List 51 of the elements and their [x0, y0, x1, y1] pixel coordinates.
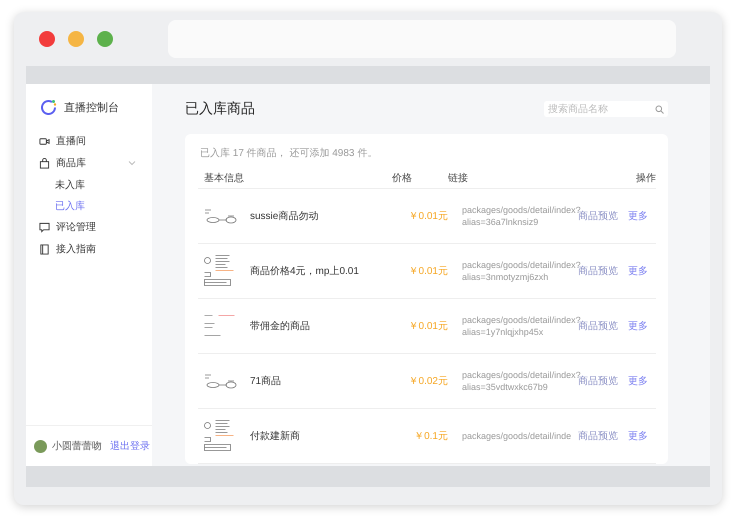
maximize-button[interactable] [97, 31, 113, 47]
sidebar-subitem[interactable]: 已入库 [26, 195, 152, 216]
column-header: 操作 [582, 168, 656, 189]
sidebar-item[interactable]: 评论管理 [26, 216, 152, 238]
sidebar-item[interactable]: 商品库 [26, 152, 152, 174]
action-link[interactable]: 更多 [628, 209, 648, 223]
action-link[interactable]: 更多 [628, 374, 648, 388]
column-header: 基本信息 [198, 168, 392, 189]
app-title: 直播控制台 [64, 100, 119, 114]
product-name: sussie商品勿动 [250, 210, 318, 223]
product-thumbnail [204, 374, 237, 388]
product-price: ￥0.02元 [408, 375, 448, 388]
product-name: 付款建新商 [250, 430, 300, 443]
sidebar-item[interactable]: 接入指南 [26, 238, 152, 260]
logout-link[interactable]: 退出登录 [110, 439, 150, 453]
video-camera-icon [39, 136, 50, 146]
column-header: 链接 [448, 168, 582, 189]
book-icon [39, 244, 50, 254]
product-thumbnail [204, 420, 235, 452]
product-price: ￥0.01元 [408, 265, 448, 278]
logo-icon [40, 98, 57, 116]
avatar [34, 440, 47, 452]
product-name: 商品价格4元，mp上0.01 [250, 264, 359, 278]
close-button[interactable] [39, 31, 55, 47]
comment-icon [39, 222, 50, 232]
product-thumbnail [204, 255, 235, 287]
product-thumbnail [204, 315, 235, 337]
sidebar-item[interactable]: 直播间 [26, 130, 152, 152]
product-name: 71商品 [250, 374, 282, 388]
user-name: 小圆蕾蕾吻 [52, 440, 102, 453]
action-link[interactable]: 商品预览 [578, 319, 618, 333]
action-link[interactable]: 商品预览 [578, 374, 618, 388]
search-field[interactable]: 搜索商品名称 [544, 101, 668, 117]
column-header: 价格 [392, 168, 448, 189]
shopping-bag-icon [39, 158, 50, 168]
page-title: 已入库商品 [185, 100, 255, 118]
action-link[interactable]: 商品预览 [578, 264, 618, 278]
product-thumbnail [204, 208, 237, 224]
minimize-button[interactable] [68, 31, 84, 47]
action-link[interactable]: 更多 [628, 429, 648, 443]
product-price: ￥0.1元 [414, 430, 448, 443]
action-link[interactable]: 更多 [628, 319, 648, 333]
search-icon [655, 104, 664, 114]
action-link[interactable]: 更多 [628, 264, 648, 278]
action-link[interactable]: 商品预览 [578, 209, 618, 223]
sidebar-subitem[interactable]: 未入库 [26, 174, 152, 195]
summary-text: 已入库 17 件商品， 还可添加 4983 件。 [199, 146, 378, 161]
action-link[interactable]: 商品预览 [578, 429, 618, 443]
product-price: ￥0.01元 [408, 320, 448, 333]
product-price: ￥0.01元 [408, 210, 448, 223]
product-name: 带佣金的商品 [250, 320, 310, 333]
